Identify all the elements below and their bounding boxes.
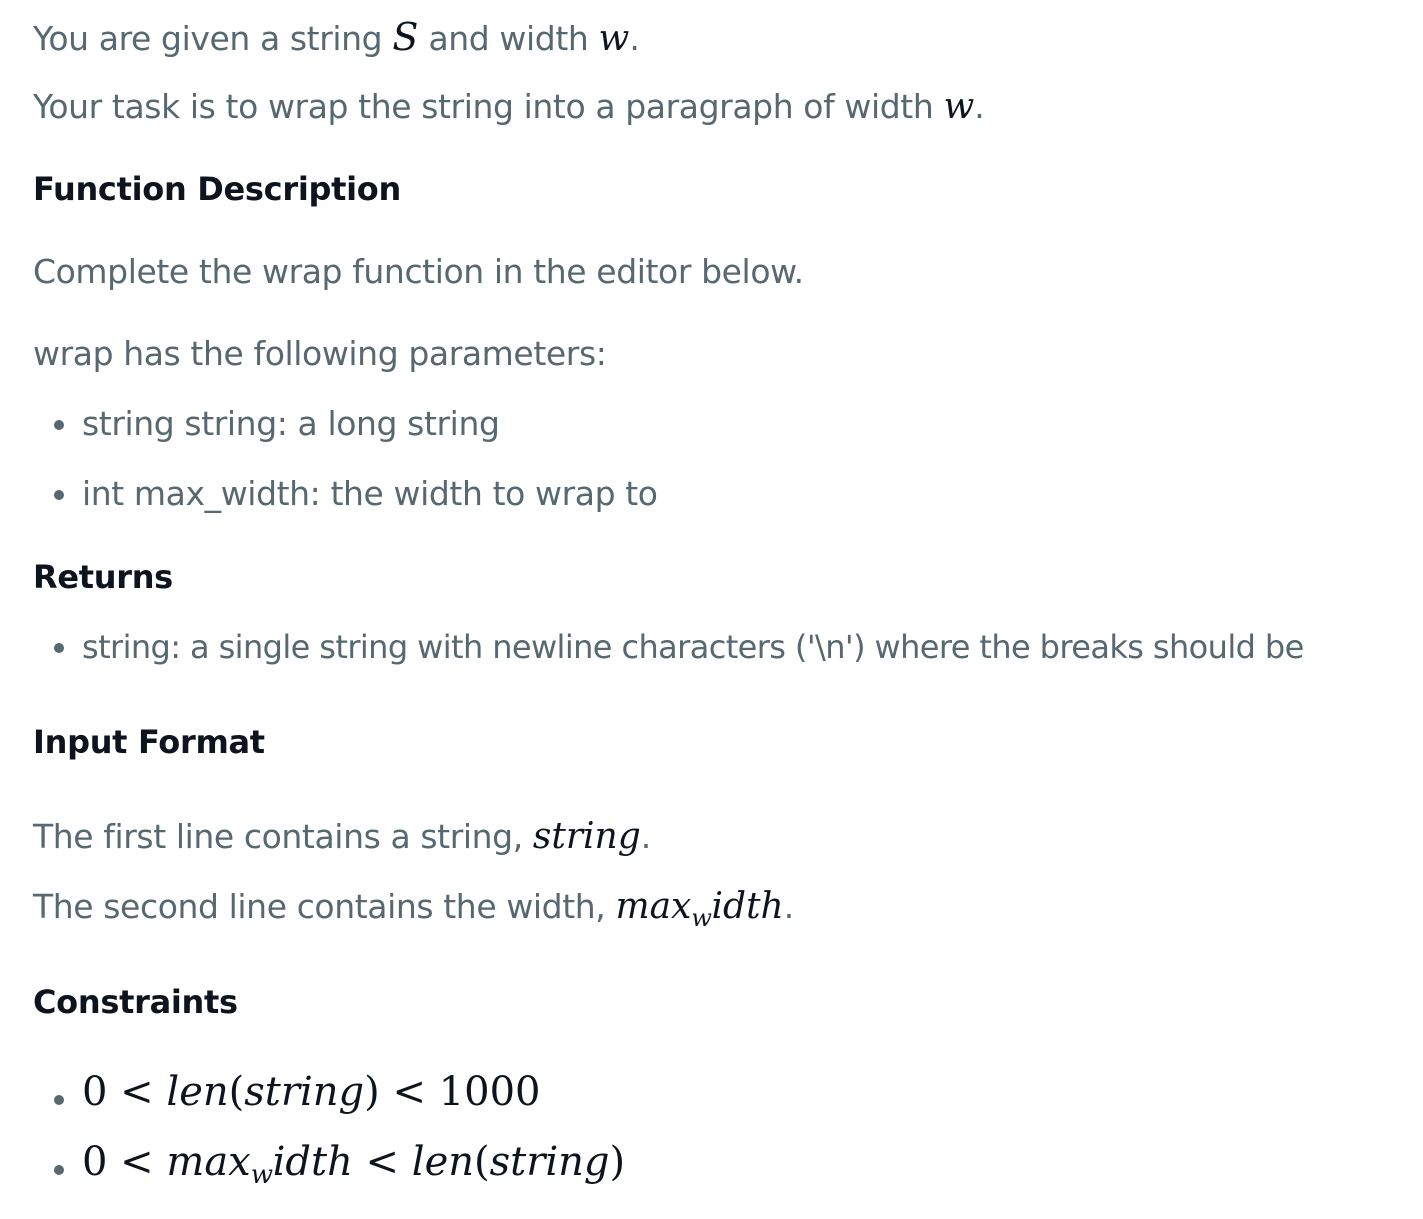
math-number: 1000 xyxy=(438,1069,541,1115)
intro-line-1: You are given a string S and width w. xyxy=(33,15,640,59)
input-format-text: . xyxy=(783,887,794,926)
bullet-icon xyxy=(54,1095,64,1105)
math-var-string: string xyxy=(532,816,641,857)
param-text: string string: a long string xyxy=(82,404,500,443)
returns-text: string: a single string with newline cha… xyxy=(82,628,1304,666)
math-var-string: string xyxy=(489,1139,610,1185)
param-text: int max_width: the width to wrap to xyxy=(82,474,658,513)
math-var-w: w xyxy=(598,18,630,59)
intro-text: . xyxy=(974,87,985,126)
math-paren: ( xyxy=(228,1069,245,1115)
input-format-text: . xyxy=(640,817,651,856)
function-description-text: Complete the wrap function in the editor… xyxy=(33,252,804,291)
constraint-2: 0 < maxwidth < len(string) xyxy=(82,1139,626,1190)
math-var-max: max xyxy=(166,1139,251,1185)
intro-text: . xyxy=(629,19,640,58)
math-operator: < xyxy=(107,1069,167,1115)
intro-text: and width xyxy=(418,19,599,58)
math-func-len: len xyxy=(411,1139,475,1185)
math-number: 0 xyxy=(82,1069,108,1115)
math-var-max: max xyxy=(615,886,692,927)
input-format-line-2: The second line contains the width, maxw… xyxy=(33,886,794,933)
returns-heading: Returns xyxy=(33,558,173,596)
math-paren: ) xyxy=(609,1139,626,1185)
math-operator: < xyxy=(379,1069,439,1115)
input-format-text: The second line contains the width, xyxy=(33,887,616,926)
math-var-idth: idth xyxy=(711,886,784,927)
math-operator: < xyxy=(352,1139,412,1185)
math-var-w: w xyxy=(943,86,975,127)
bullet-icon xyxy=(54,490,64,500)
math-var-idth: idth xyxy=(272,1139,353,1185)
constraints-heading: Constraints xyxy=(33,983,238,1021)
intro-line-2: Your task is to wrap the string into a p… xyxy=(33,86,985,127)
bullet-icon xyxy=(54,1165,64,1175)
bullet-icon xyxy=(54,643,64,653)
intro-text: Your task is to wrap the string into a p… xyxy=(33,87,944,126)
function-description-heading: Function Description xyxy=(33,170,401,208)
math-subscript: w xyxy=(691,904,712,932)
math-func-len: len xyxy=(166,1069,229,1115)
math-operator: < xyxy=(107,1139,167,1185)
input-format-text: The first line contains a string, xyxy=(33,817,533,856)
math-var-string: string xyxy=(244,1069,365,1115)
math-paren: ( xyxy=(474,1139,490,1185)
math-subscript: w xyxy=(250,1160,273,1190)
math-paren: ) xyxy=(364,1069,380,1115)
constraint-1: 0 < len(string) < 1000 xyxy=(82,1072,541,1112)
params-intro: wrap has the following parameters: xyxy=(33,334,607,373)
input-format-line-1: The first line contains a string, string… xyxy=(33,817,651,857)
bullet-icon xyxy=(54,420,64,430)
math-number: 0 xyxy=(82,1139,108,1185)
input-format-heading: Input Format xyxy=(33,723,265,761)
math-var-s: S xyxy=(392,15,419,59)
intro-text: You are given a string xyxy=(33,19,393,58)
